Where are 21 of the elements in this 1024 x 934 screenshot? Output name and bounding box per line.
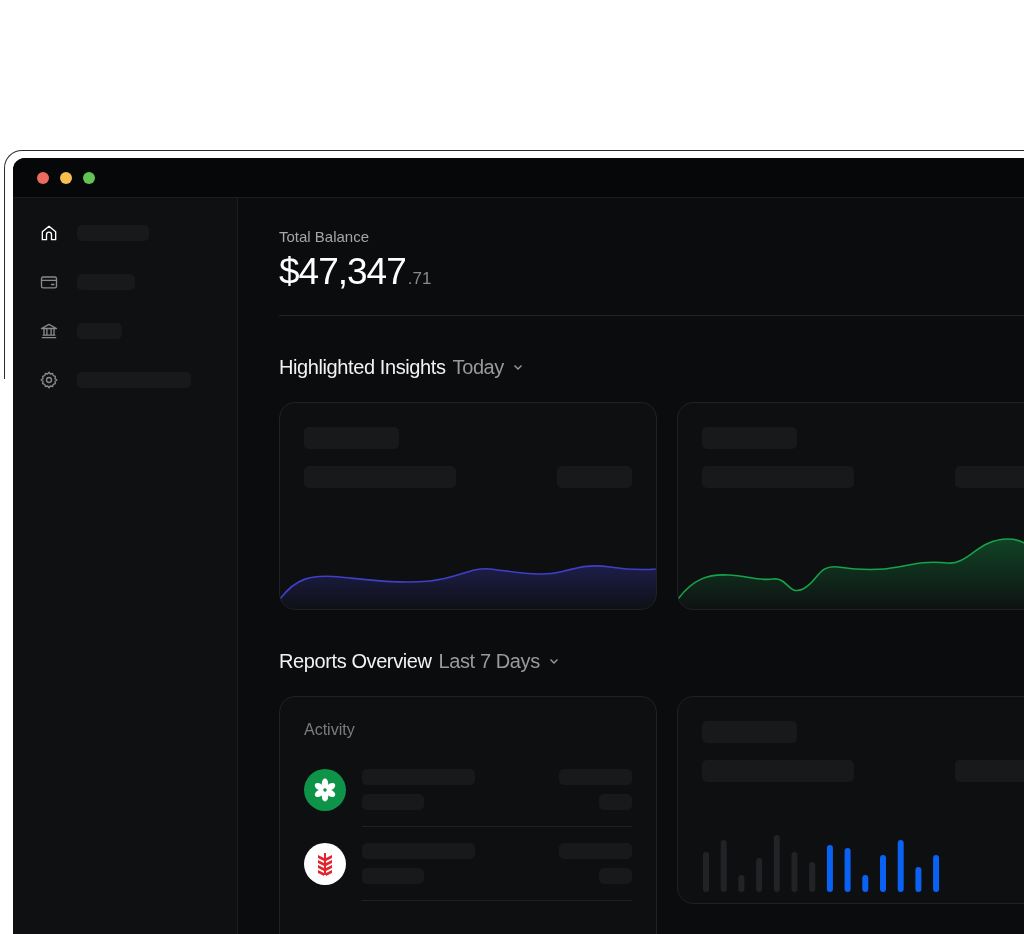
chart-bar bbox=[897, 840, 904, 892]
bank-icon[interactable] bbox=[39, 321, 59, 341]
maximize-button[interactable] bbox=[83, 171, 95, 184]
chart-bar bbox=[880, 855, 886, 892]
home-icon[interactable] bbox=[39, 223, 59, 243]
section-title: Highlighted Insights bbox=[279, 355, 446, 379]
close-button[interactable] bbox=[37, 171, 49, 184]
chart-bar bbox=[862, 875, 869, 892]
settings-icon[interactable] bbox=[39, 370, 59, 390]
chart-bar bbox=[933, 855, 940, 892]
chart-bar bbox=[826, 845, 833, 892]
minimize-button[interactable] bbox=[60, 171, 72, 184]
balance-label: Total Balance bbox=[279, 228, 371, 245]
balance-amount: $47,347 bbox=[279, 251, 406, 293]
period-dropdown[interactable]: Last 7 Days bbox=[438, 649, 560, 673]
activity-title: Activity bbox=[303, 720, 356, 740]
chart-bar bbox=[844, 848, 851, 892]
balance-cents: .71 bbox=[407, 269, 432, 289]
period-dropdown[interactable]: Today bbox=[452, 355, 524, 379]
chart-bar bbox=[915, 867, 922, 892]
section-title: Reports Overview bbox=[279, 649, 432, 673]
